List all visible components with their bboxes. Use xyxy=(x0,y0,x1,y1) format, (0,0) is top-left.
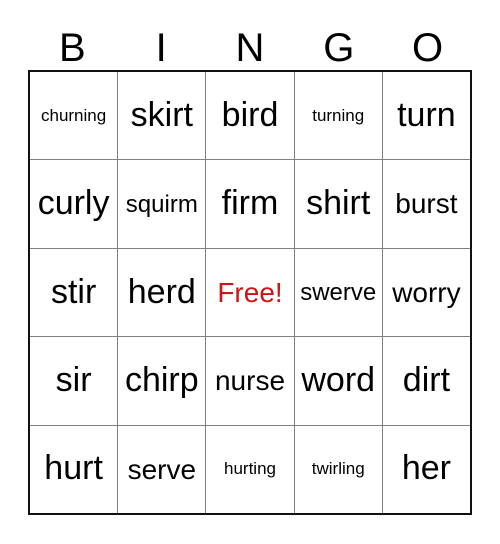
bingo-cell[interactable]: chirp xyxy=(118,337,207,425)
bingo-cell[interactable]: dirt xyxy=(383,337,470,424)
bingo-cell-label: serve xyxy=(127,453,197,485)
bingo-cell-label: firm xyxy=(221,184,279,223)
bingo-row: stir herd Free! swerve worry xyxy=(30,248,470,338)
bingo-cell-label: burst xyxy=(395,188,458,220)
bingo-cell[interactable]: burst xyxy=(383,160,470,247)
bingo-cell-label: turning xyxy=(312,105,365,125)
bingo-row: churning skirt bird turning turn xyxy=(30,72,470,161)
bingo-cell[interactable]: churning xyxy=(30,72,119,160)
bingo-cell-label: shirt xyxy=(306,184,371,223)
bingo-cell-label: word xyxy=(301,361,376,400)
bingo-cell[interactable]: curly xyxy=(30,160,119,248)
bingo-cell[interactable]: firm xyxy=(206,160,295,248)
bingo-cell[interactable]: turn xyxy=(383,72,470,159)
bingo-free-cell[interactable]: Free! xyxy=(206,248,295,337)
bingo-cell[interactable]: serve xyxy=(118,425,207,514)
bingo-row: sir chirp nurse word dirt xyxy=(30,337,470,426)
bingo-cell-label: nurse xyxy=(214,365,286,397)
bingo-cell-label: hurt xyxy=(44,449,103,488)
bingo-cell[interactable]: shirt xyxy=(295,160,383,248)
bingo-cell-label: squirm xyxy=(125,190,198,218)
bingo-cell[interactable]: hurt xyxy=(30,425,119,514)
bingo-cell-label: skirt xyxy=(130,95,193,134)
header-letter-n: N xyxy=(235,26,265,70)
bingo-header: B I N G O xyxy=(28,14,472,70)
bingo-cell-label: curly xyxy=(37,184,110,223)
bingo-cell-label: churning xyxy=(40,105,107,125)
bingo-cell[interactable]: sir xyxy=(30,337,119,425)
bingo-cell[interactable]: nurse xyxy=(206,337,295,425)
header-letter-g: G xyxy=(323,26,355,70)
bingo-cell-label: worry xyxy=(392,276,461,308)
bingo-grid: churning skirt bird turning turn curly s… xyxy=(28,70,472,515)
bingo-cell-label: bird xyxy=(221,95,279,134)
bingo-card: B I N G O churning skirt bird turning tu… xyxy=(0,0,500,544)
bingo-cell[interactable]: herd xyxy=(118,248,207,337)
bingo-row: hurt serve hurting twirling her xyxy=(30,425,470,514)
bingo-cell[interactable]: twirling xyxy=(295,425,383,514)
bingo-cell[interactable]: squirm xyxy=(118,160,207,248)
bingo-cell[interactable]: turning xyxy=(295,72,383,160)
bingo-cell-label: stir xyxy=(50,272,97,311)
bingo-cell[interactable]: bird xyxy=(206,72,295,160)
header-letter-o: O xyxy=(412,26,444,70)
bingo-cell-label: chirp xyxy=(124,361,199,400)
bingo-row: curly squirm firm shirt burst xyxy=(30,160,470,249)
bingo-cell-label: turn xyxy=(397,95,456,134)
bingo-cell-label: swerve xyxy=(300,278,377,306)
bingo-cell[interactable]: word xyxy=(295,337,383,425)
bingo-cell-label: dirt xyxy=(402,361,451,400)
bingo-cell[interactable]: skirt xyxy=(118,72,207,160)
bingo-cell[interactable]: swerve xyxy=(295,248,383,337)
bingo-cell-label: her xyxy=(401,449,451,488)
bingo-cell[interactable]: worry xyxy=(383,249,470,336)
bingo-cell[interactable]: her xyxy=(383,426,470,513)
bingo-cell-label: hurting xyxy=(224,459,276,479)
header-letter-i: I xyxy=(155,26,167,70)
bingo-free-label: Free! xyxy=(217,276,283,308)
bingo-cell[interactable]: hurting xyxy=(206,425,295,514)
bingo-cell[interactable]: stir xyxy=(30,248,119,337)
bingo-cell-label: sir xyxy=(55,361,92,400)
bingo-cell-label: herd xyxy=(127,272,196,311)
header-letter-b: B xyxy=(59,26,86,70)
bingo-cell-label: twirling xyxy=(311,459,365,479)
